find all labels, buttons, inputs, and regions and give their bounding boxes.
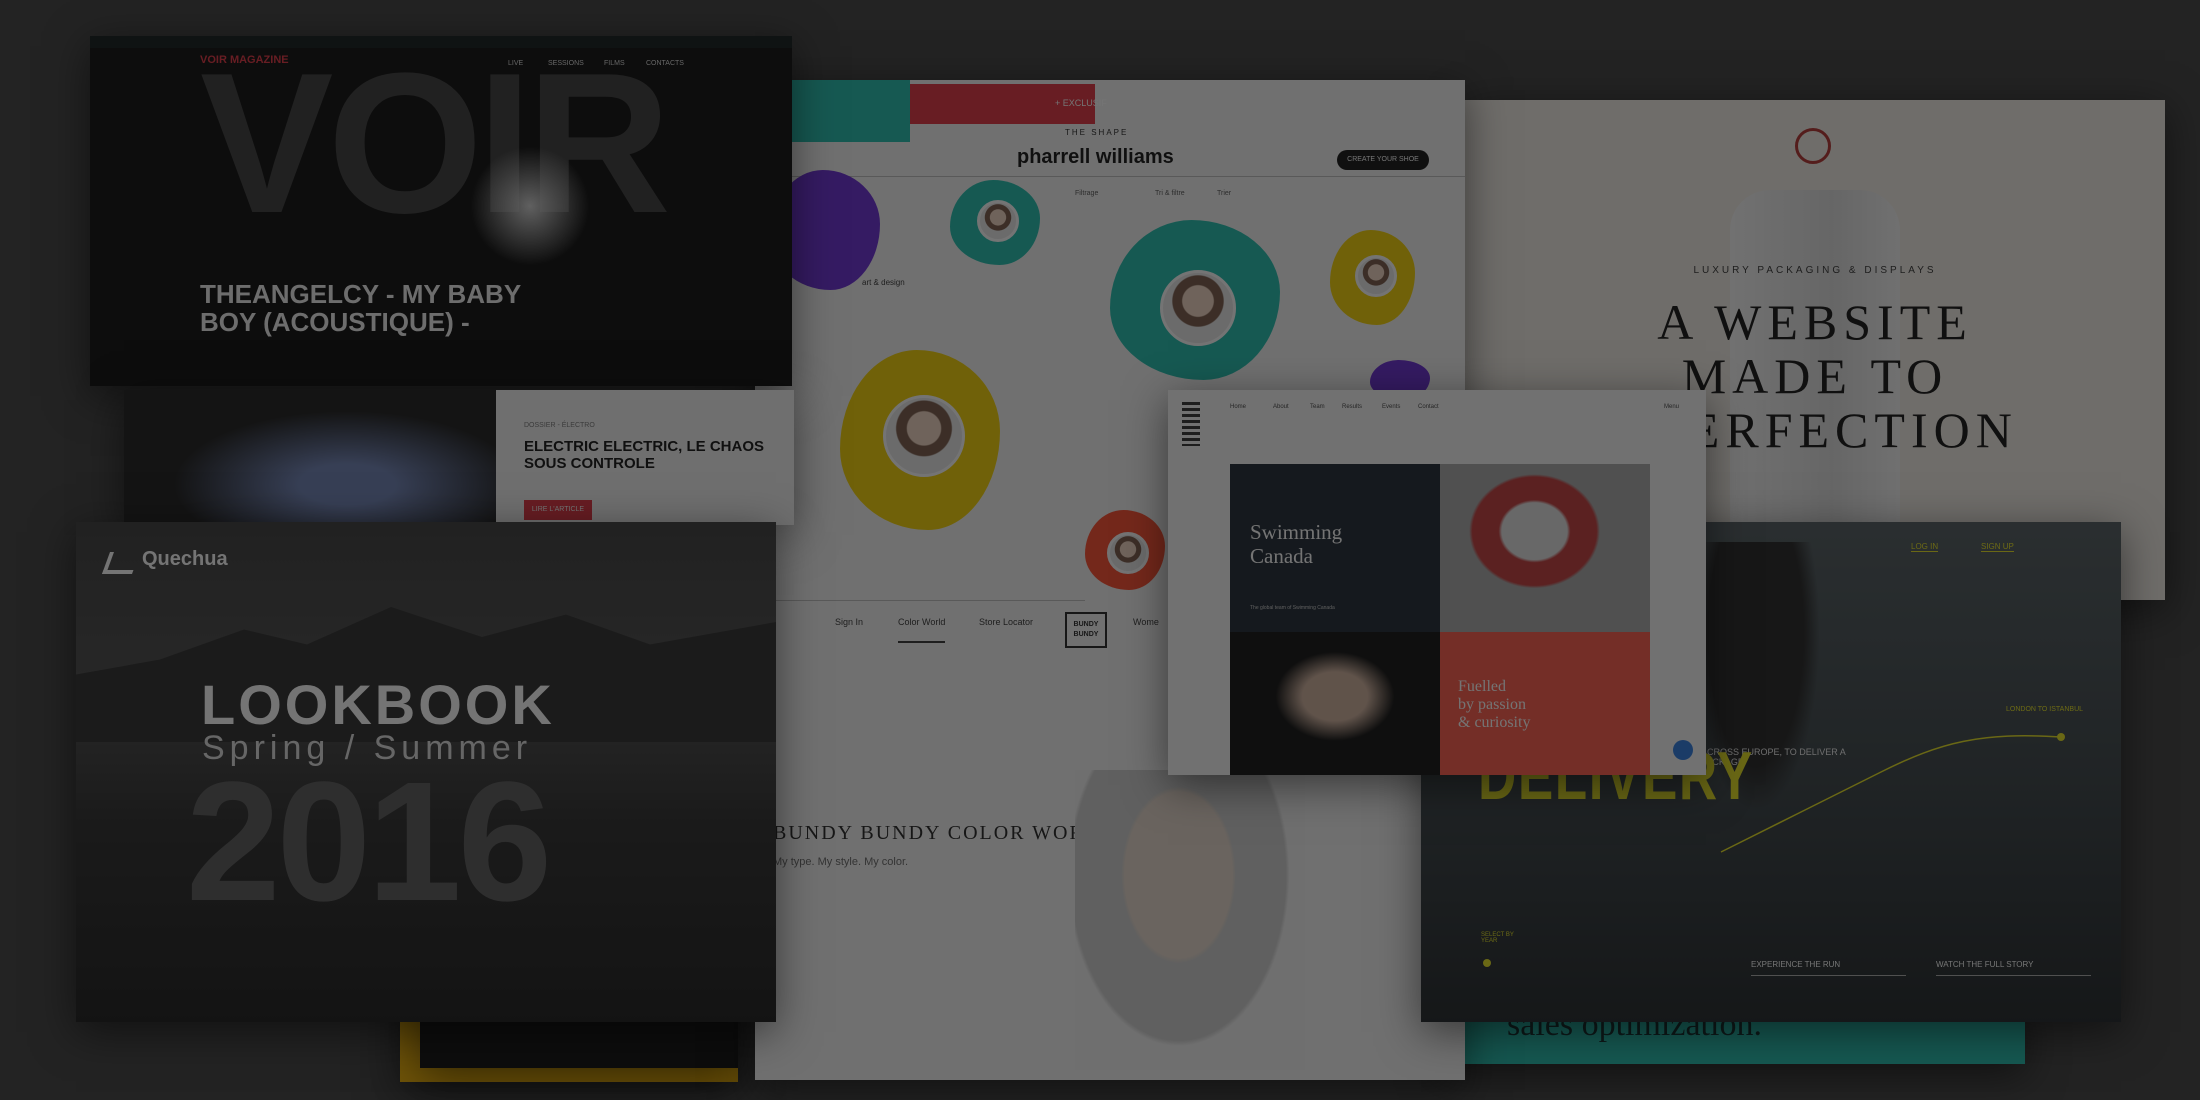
swim-menu-link[interactable]: Menu — [1664, 404, 1679, 410]
swim-nav-contact[interactable]: Contact — [1418, 404, 1439, 410]
pharrell-title: pharrell williams — [1017, 146, 1174, 168]
bundy-promo-title: BUNDY BUNDY COLOR WORLD — [773, 822, 1116, 844]
electric-read-button[interactable]: LIRE L'ARTICLE — [524, 500, 592, 520]
swim-nav-events[interactable]: Events — [1382, 404, 1400, 410]
swim-nav-home[interactable]: Home — [1230, 404, 1246, 410]
swimming-logo-icon[interactable] — [1182, 402, 1200, 446]
quechua-brand[interactable]: Quechua — [142, 548, 228, 571]
swim-nav-team[interactable]: Team — [1310, 404, 1325, 410]
electric-article-card: DOSSIER - ÉLECTRO ELECTRIC ELECTRIC, LE … — [124, 390, 794, 525]
swim-hero-photo — [1440, 464, 1650, 632]
swim-title-line1: Swimming — [1250, 520, 1343, 544]
electric-title[interactable]: ELECTRIC ELECTRIC, LE CHAOS SOUS CONTROL… — [524, 438, 764, 472]
bundy-logo[interactable]: BUNDY BUNDY — [1065, 612, 1107, 648]
swim-red-line2: by passion — [1458, 696, 1526, 713]
watch-story-link[interactable]: WATCH THE FULL STORY — [1936, 960, 2091, 976]
portrait-large-2 — [883, 395, 965, 477]
year-dot-icon[interactable] — [1483, 959, 1491, 967]
swim-nav-results[interactable]: Results — [1342, 404, 1362, 410]
swim-caption: The global team of Swimming Canada — [1250, 605, 1335, 611]
create-shoe-button[interactable]: CREATE YOUR SHOE — [1337, 150, 1429, 170]
voir-headline[interactable]: THEANGELCY - MY BABY BOY (ACOUSTIQUE) - — [200, 280, 560, 336]
model-photo — [1075, 770, 1305, 1070]
voir-bg-letters: VOIR — [200, 36, 671, 255]
luxury-kicker: LUXURY PACKAGING & DISPLAYS — [1693, 265, 1937, 276]
shape-kicker: THE SHAPE — [1065, 128, 1129, 137]
lookbook-subtitle: Spring / Summer — [202, 729, 533, 767]
portrait-small-3 — [1107, 532, 1149, 574]
nav-color-world[interactable]: Color World — [898, 617, 946, 643]
nav-wome[interactable]: Wome — [1133, 617, 1159, 627]
quechua-lookbook-site: Quechua 2016 LOOKBOOK Spring / Summer — [76, 522, 776, 1022]
experience-run-link[interactable]: EXPERIENCE THE RUN — [1751, 960, 1906, 976]
portrait-small-2 — [1355, 255, 1397, 297]
filter-right[interactable]: Trier — [1217, 190, 1231, 197]
exclusive-banner-label[interactable]: + EXCLUSIF — [1055, 98, 1107, 108]
nav-sign-in[interactable]: Sign In — [835, 617, 863, 627]
rose-logo-icon — [1795, 128, 1831, 164]
portrait-large-1 — [1160, 270, 1236, 346]
portrait-small-1 — [977, 200, 1019, 242]
concert-light — [470, 146, 590, 266]
swim-red-line1: Fuelled — [1458, 678, 1506, 695]
voir-magazine-site: VOIR MAGAZINE LIVE SESSIONS FILMS CONTAC… — [90, 36, 792, 386]
swim-red-line3: & curiosity — [1458, 714, 1531, 731]
swim-title-line2: Canada — [1250, 544, 1313, 568]
swimmer-portrait — [1230, 632, 1440, 775]
swim-nav-about[interactable]: About — [1273, 404, 1289, 410]
concert-photo — [124, 390, 496, 525]
swim-scroll-button[interactable] — [1673, 740, 1693, 760]
filter-mid[interactable]: Tri & filtre — [1155, 190, 1185, 197]
select-by-year[interactable]: SELECT BY YEAR — [1481, 932, 1521, 944]
nav-divider-top — [755, 600, 1085, 601]
filter-divider — [755, 176, 1465, 177]
lookbook-title: LOOKBOOK — [201, 673, 555, 736]
art-design-label: art & design — [862, 278, 905, 287]
quechua-year: 2016 — [186, 747, 552, 937]
electric-kicker: DOSSIER - ÉLECTRO — [524, 422, 595, 429]
filter-left[interactable]: Filtrage — [1075, 190, 1098, 197]
bundy-promo-subtitle: My type. My style. My color. — [773, 856, 909, 868]
swimming-canada-site: Home About Team Results Events Contact M… — [1168, 390, 1706, 775]
quechua-logo-icon[interactable] — [101, 552, 141, 574]
nav-store-locator[interactable]: Store Locator — [979, 617, 1033, 627]
